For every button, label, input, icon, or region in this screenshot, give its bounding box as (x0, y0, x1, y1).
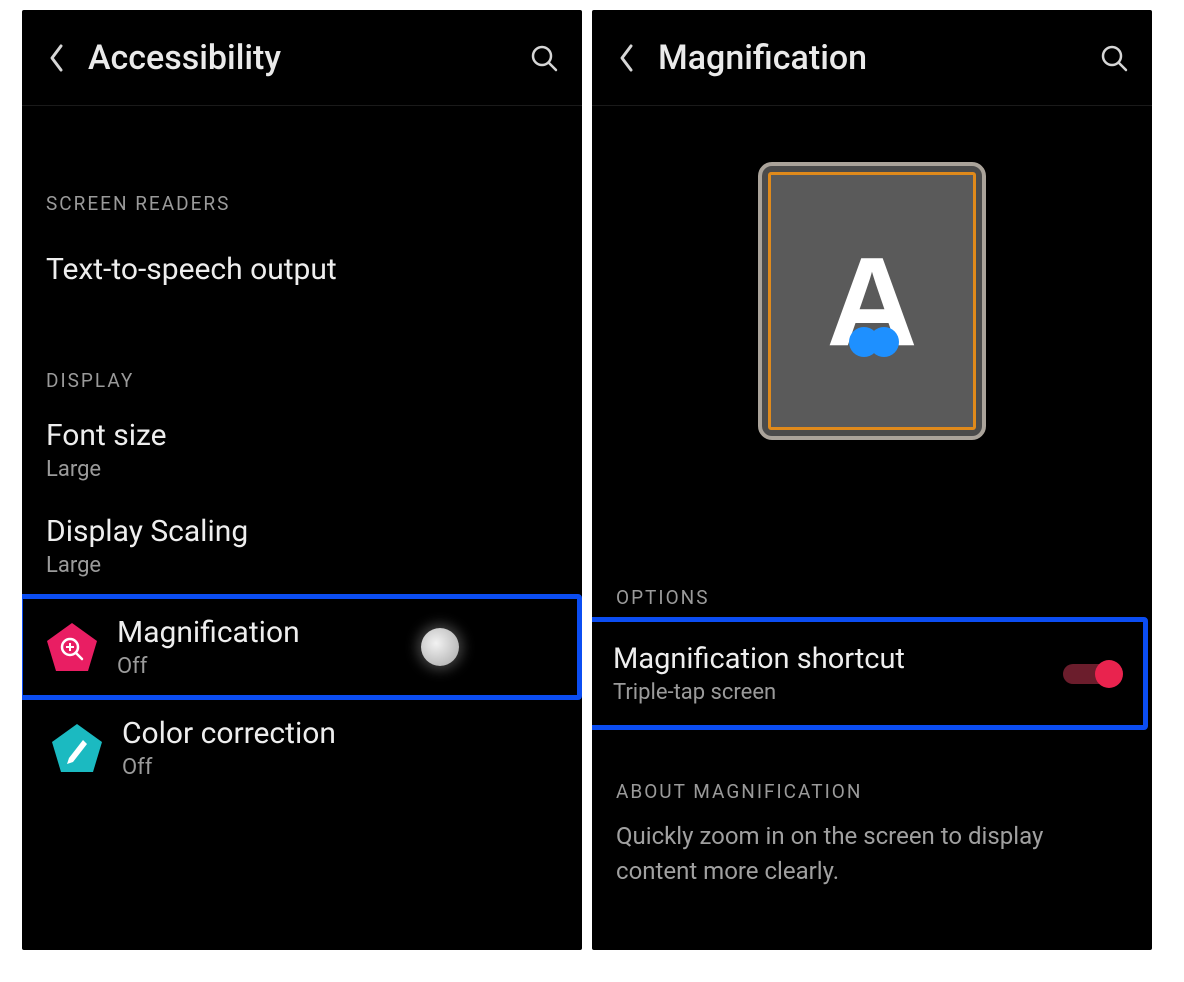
color-correction-icon (46, 717, 108, 779)
magnification-label: Magnification (117, 615, 421, 650)
section-display: DISPLAY (22, 343, 582, 402)
accessibility-screen: Accessibility SCREEN READERS Text-to-spe… (22, 10, 582, 950)
page-title: Accessibility (88, 38, 524, 78)
font-size-value: Large (46, 457, 558, 482)
search-icon[interactable] (1094, 38, 1134, 78)
section-options: OPTIONS (592, 560, 1152, 619)
back-icon[interactable] (40, 41, 74, 75)
shortcut-toggle[interactable] (1063, 660, 1119, 688)
magnification-shortcut-item[interactable]: Magnification shortcut Triple-tap screen (592, 617, 1148, 730)
section-about: ABOUT MAGNIFICATION (592, 754, 1152, 813)
magnification-item[interactable]: Magnification Off (22, 594, 582, 700)
color-correction-value: Off (122, 755, 558, 780)
magnification-illustration: A (592, 106, 1152, 460)
display-scaling-value: Large (46, 553, 558, 578)
display-scaling-item[interactable]: Display Scaling Large (22, 498, 582, 594)
magnification-value: Off (117, 654, 421, 679)
header-bar: Accessibility (22, 10, 582, 106)
section-screen-readers: SCREEN READERS (22, 166, 582, 225)
color-correction-label: Color correction (122, 716, 558, 751)
cursor-indicator (421, 628, 459, 666)
about-description: Quickly zoom in on the screen to display… (592, 813, 1152, 919)
display-scaling-label: Display Scaling (46, 514, 558, 549)
back-icon[interactable] (610, 41, 644, 75)
shortcut-label: Magnification shortcut (613, 642, 1063, 676)
shortcut-value: Triple-tap screen (613, 680, 1063, 705)
magnification-icon (41, 616, 103, 678)
header-bar: Magnification (592, 10, 1152, 106)
page-title: Magnification (658, 38, 1094, 78)
touch-dot-right (869, 327, 899, 357)
tts-label: Text-to-speech output (46, 252, 558, 287)
magnification-screen: Magnification A OPTIONS Magnification sh… (592, 10, 1152, 950)
color-correction-item[interactable]: Color correction Off (22, 700, 582, 796)
search-icon[interactable] (524, 38, 564, 78)
font-size-label: Font size (46, 418, 558, 453)
font-size-item[interactable]: Font size Large (22, 402, 582, 498)
text-to-speech-item[interactable]: Text-to-speech output (22, 225, 582, 313)
